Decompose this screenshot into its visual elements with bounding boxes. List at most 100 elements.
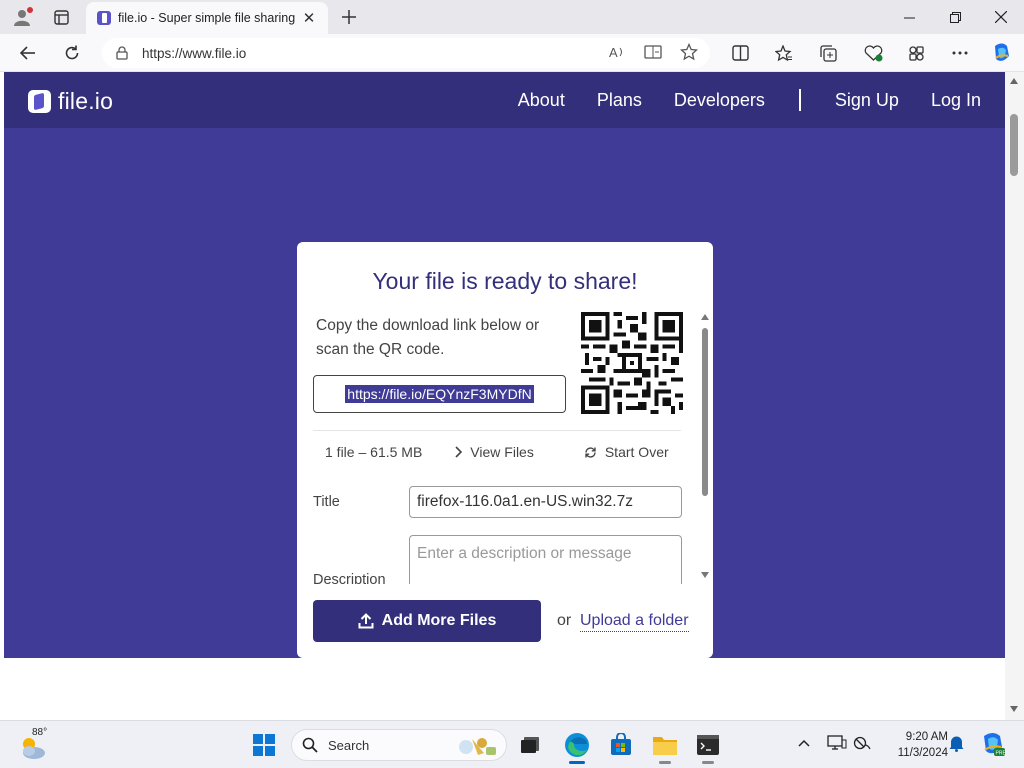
clock-date: 11/3/2024 [897, 747, 948, 759]
collections-button[interactable] [813, 39, 843, 67]
site-logo[interactable]: file.io [28, 88, 113, 115]
page-scrollbar[interactable] [1005, 72, 1024, 720]
taskbar-file-explorer-button[interactable] [649, 729, 681, 764]
explorer-active-indicator [659, 761, 671, 764]
download-link-field[interactable]: https://file.io/EQYnzF3MYDfN [313, 375, 566, 413]
copilot-button[interactable] [987, 39, 1017, 67]
file-io-favicon-icon [97, 11, 111, 25]
description-label: Description [313, 572, 386, 584]
network-icon [853, 736, 871, 750]
read-aloud-icon[interactable]: A [608, 43, 626, 66]
restore-button[interactable] [932, 0, 978, 34]
share-card: Your file is ready to share! Copy the do… [297, 242, 713, 658]
logo-text: file.io [58, 88, 114, 114]
file-io-logo-icon [28, 90, 51, 113]
add-more-files-label: Add More Files [381, 612, 497, 629]
extensions-icon [908, 45, 924, 61]
nav-divider [798, 89, 801, 111]
search-icon [302, 737, 318, 753]
page-scroll-up-icon[interactable] [1010, 78, 1018, 84]
copilot-icon: PRE [984, 733, 1007, 757]
scroll-up-icon[interactable] [701, 314, 709, 320]
site-nav-links: About Plans Developers Sign Up Log In [486, 89, 981, 111]
browser-tab[interactable]: file.io - Super simple file sharing ✕ [86, 2, 328, 34]
download-link-text: https://file.io/EQYnzF3MYDfN [345, 385, 534, 403]
card-scrollbar-thumb[interactable] [702, 328, 708, 496]
task-view-icon [521, 737, 539, 753]
profile-button[interactable] [6, 4, 38, 30]
split-screen-icon [731, 45, 749, 61]
start-button[interactable] [248, 729, 280, 761]
terminal-active-indicator [702, 761, 714, 764]
taskbar-search-box[interactable]: Search [291, 729, 507, 761]
tab-close-icon[interactable]: ✕ [300, 9, 318, 27]
scroll-down-icon[interactable] [701, 572, 709, 578]
favorite-star-icon[interactable] [679, 42, 699, 66]
page-scrollbar-thumb[interactable] [1010, 114, 1018, 176]
card-title: Your file is ready to share! [372, 268, 638, 294]
settings-more-button[interactable] [945, 39, 975, 67]
page-viewport: file.io About Plans Developers Sign Up L… [0, 72, 1024, 720]
taskbar-clock[interactable]: 9:20 AM 11/3/2024 [880, 729, 948, 761]
network-status-button[interactable] [853, 734, 871, 757]
tab-actions-button[interactable] [46, 4, 76, 30]
nav-plans-link[interactable]: Plans [597, 90, 642, 111]
title-input[interactable]: firefox-116.0a1.en-US.win32.7z [409, 486, 682, 518]
description-textarea[interactable]: Enter a description or message [409, 535, 682, 584]
back-button[interactable] [13, 39, 43, 67]
notification-bell-icon [949, 736, 964, 752]
tray-overflow-button[interactable] [797, 735, 811, 753]
file-info-separator: – [358, 444, 367, 460]
immersive-reader-icon[interactable] [644, 43, 662, 66]
display-status-button[interactable] [827, 734, 847, 757]
card-scroll-area[interactable]: Copy the download link below or scan the… [297, 312, 713, 584]
site-header: file.io About Plans Developers Sign Up L… [4, 72, 1005, 128]
browser-tab-strip: file.io - Super simple file sharing ✕ [0, 0, 1024, 34]
svg-text:A: A [609, 45, 618, 60]
favorites-icon [775, 44, 792, 61]
window-controls [886, 0, 1024, 34]
refresh-icon [65, 45, 79, 60]
taskbar-store-button[interactable] [605, 729, 637, 761]
upload-folder-link[interactable]: Upload a folder [580, 612, 689, 632]
task-view-button[interactable] [514, 729, 546, 761]
minimize-button[interactable] [886, 0, 932, 34]
favorites-button[interactable] [769, 39, 799, 67]
address-bar[interactable]: https://www.file.io A [102, 38, 710, 68]
view-files-button[interactable]: View Files [454, 444, 534, 460]
start-over-button[interactable]: Start Over [584, 444, 669, 460]
file-count: 1 file [325, 444, 355, 460]
nav-developers-link[interactable]: Developers [674, 90, 765, 111]
refresh-icon [585, 446, 596, 458]
refresh-button[interactable] [57, 39, 87, 67]
weather-widget[interactable]: 88° [18, 727, 50, 761]
file-info: 1 file – 61.5 MB [325, 444, 422, 460]
close-window-button[interactable] [978, 0, 1024, 34]
taskbar-copilot-button[interactable]: PRE [980, 731, 1006, 762]
qr-code [581, 312, 683, 414]
nav-login-link[interactable]: Log In [931, 90, 981, 111]
start-icon [253, 734, 275, 756]
nav-signup-link[interactable]: Sign Up [835, 90, 899, 111]
heart-pulse-icon [864, 44, 882, 61]
add-more-files-button[interactable]: Add More Files [313, 600, 541, 642]
card-divider [313, 430, 681, 431]
notifications-button[interactable] [949, 735, 964, 757]
nav-about-link[interactable]: About [518, 90, 565, 111]
start-over-label: Start Over [604, 444, 669, 460]
lock-icon [116, 46, 128, 60]
page-scroll-down-icon[interactable] [1010, 706, 1018, 712]
new-tab-button[interactable] [336, 5, 362, 29]
address-bar-actions: A [608, 42, 699, 66]
edge-icon [565, 733, 589, 757]
notification-dot [27, 7, 33, 13]
card-scrollbar[interactable] [699, 312, 711, 580]
taskbar-terminal-button[interactable] [692, 729, 724, 764]
svg-text:PRE: PRE [996, 751, 1007, 757]
more-dots-icon [952, 51, 968, 55]
taskbar-edge-button[interactable] [561, 729, 593, 764]
browser-essentials-button[interactable] [858, 39, 888, 67]
extensions-button[interactable] [901, 39, 931, 67]
split-screen-button[interactable] [725, 39, 755, 67]
clock-time: 9:20 AM [905, 731, 948, 743]
